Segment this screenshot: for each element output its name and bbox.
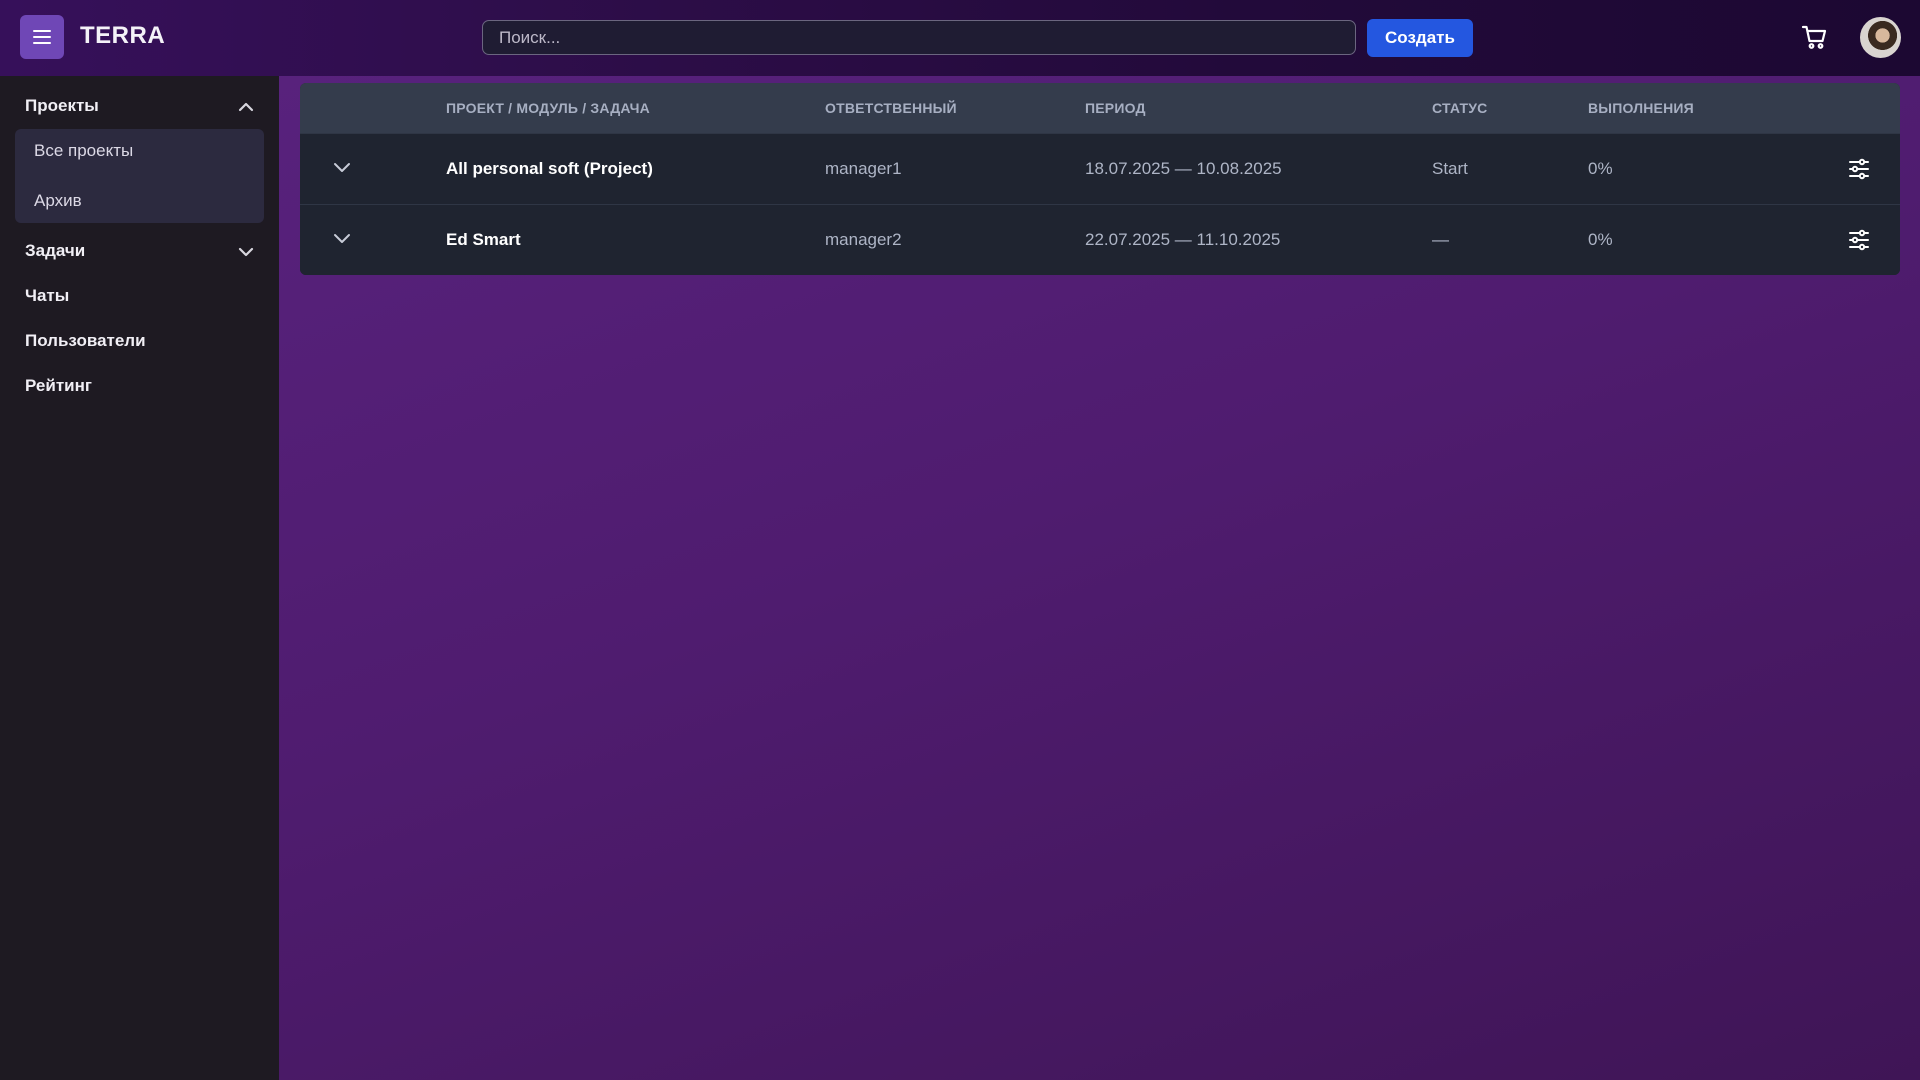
settings-sliders-icon[interactable]	[1848, 158, 1870, 180]
period-cell: 18.07.2025 — 10.08.2025	[1085, 159, 1282, 178]
sidebar-item-label: Пользователи	[25, 331, 146, 350]
settings-sliders-icon[interactable]	[1848, 229, 1870, 251]
sidebar-section-projects[interactable]: Проекты	[0, 86, 279, 126]
sidebar: Проекты Все проекты Архив Задачи Чаты По…	[0, 76, 279, 1080]
period-cell: 22.07.2025 — 11.10.2025	[1085, 230, 1281, 249]
search-input[interactable]	[482, 20, 1356, 55]
sidebar-item-label: Чаты	[25, 286, 70, 305]
expand-chevron-icon[interactable]	[332, 228, 352, 248]
table-row[interactable]: All personal soft (Project) manager1 18.…	[300, 133, 1900, 204]
avatar[interactable]	[1860, 17, 1901, 58]
cart-icon	[1801, 25, 1827, 49]
column-header-project[interactable]: ПРОЕКТ / МОДУЛЬ / ЗАДАЧА	[446, 100, 650, 116]
projects-submenu: Все проекты Архив	[15, 129, 264, 223]
create-button[interactable]: Создать	[1367, 19, 1473, 57]
table-header: ПРОЕКТ / МОДУЛЬ / ЗАДАЧА ОТВЕТСТВЕННЫЙ П…	[300, 83, 1900, 133]
project-name[interactable]: All personal soft (Project)	[446, 159, 653, 179]
sidebar-item-label: Рейтинг	[25, 376, 92, 395]
app-logo: TERRA	[80, 22, 166, 49]
sidebar-item-chats[interactable]: Чаты	[0, 276, 279, 316]
sidebar-section-tasks[interactable]: Задачи	[0, 231, 279, 271]
column-header-status[interactable]: СТАТУС	[1432, 100, 1487, 116]
responsible-cell: manager1	[825, 159, 902, 178]
sidebar-item-all-projects[interactable]: Все проекты	[34, 141, 133, 161]
status-cell: Start	[1432, 159, 1468, 178]
table-row[interactable]: Ed Smart manager2 22.07.2025 — 11.10.202…	[300, 204, 1900, 275]
sidebar-item-archive[interactable]: Архив	[34, 191, 82, 211]
sidebar-item-users[interactable]: Пользователи	[0, 321, 279, 361]
chevron-up-icon	[238, 102, 254, 112]
project-name[interactable]: Ed Smart	[446, 230, 521, 250]
completion-cell: 0%	[1588, 159, 1613, 178]
expand-chevron-icon[interactable]	[332, 157, 352, 177]
chevron-down-icon	[238, 247, 254, 257]
column-header-period[interactable]: ПЕРИОД	[1085, 100, 1146, 116]
sidebar-section-label: Проекты	[25, 96, 99, 115]
responsible-cell: manager2	[825, 230, 902, 249]
menu-icon	[33, 30, 51, 44]
column-header-completion[interactable]: ВЫПОЛНЕНИЯ	[1588, 100, 1694, 116]
completion-cell: 0%	[1588, 230, 1613, 249]
top-header: TERRA Создать	[0, 0, 1920, 76]
sidebar-section-label: Задачи	[25, 241, 86, 260]
cart-button[interactable]	[1801, 23, 1829, 51]
column-header-responsible[interactable]: ОТВЕТСТВЕННЫЙ	[825, 100, 957, 116]
menu-button[interactable]	[20, 15, 64, 59]
projects-table: ПРОЕКТ / МОДУЛЬ / ЗАДАЧА ОТВЕТСТВЕННЫЙ П…	[300, 83, 1900, 275]
status-cell: —	[1432, 230, 1449, 249]
sidebar-item-rating[interactable]: Рейтинг	[0, 366, 279, 406]
